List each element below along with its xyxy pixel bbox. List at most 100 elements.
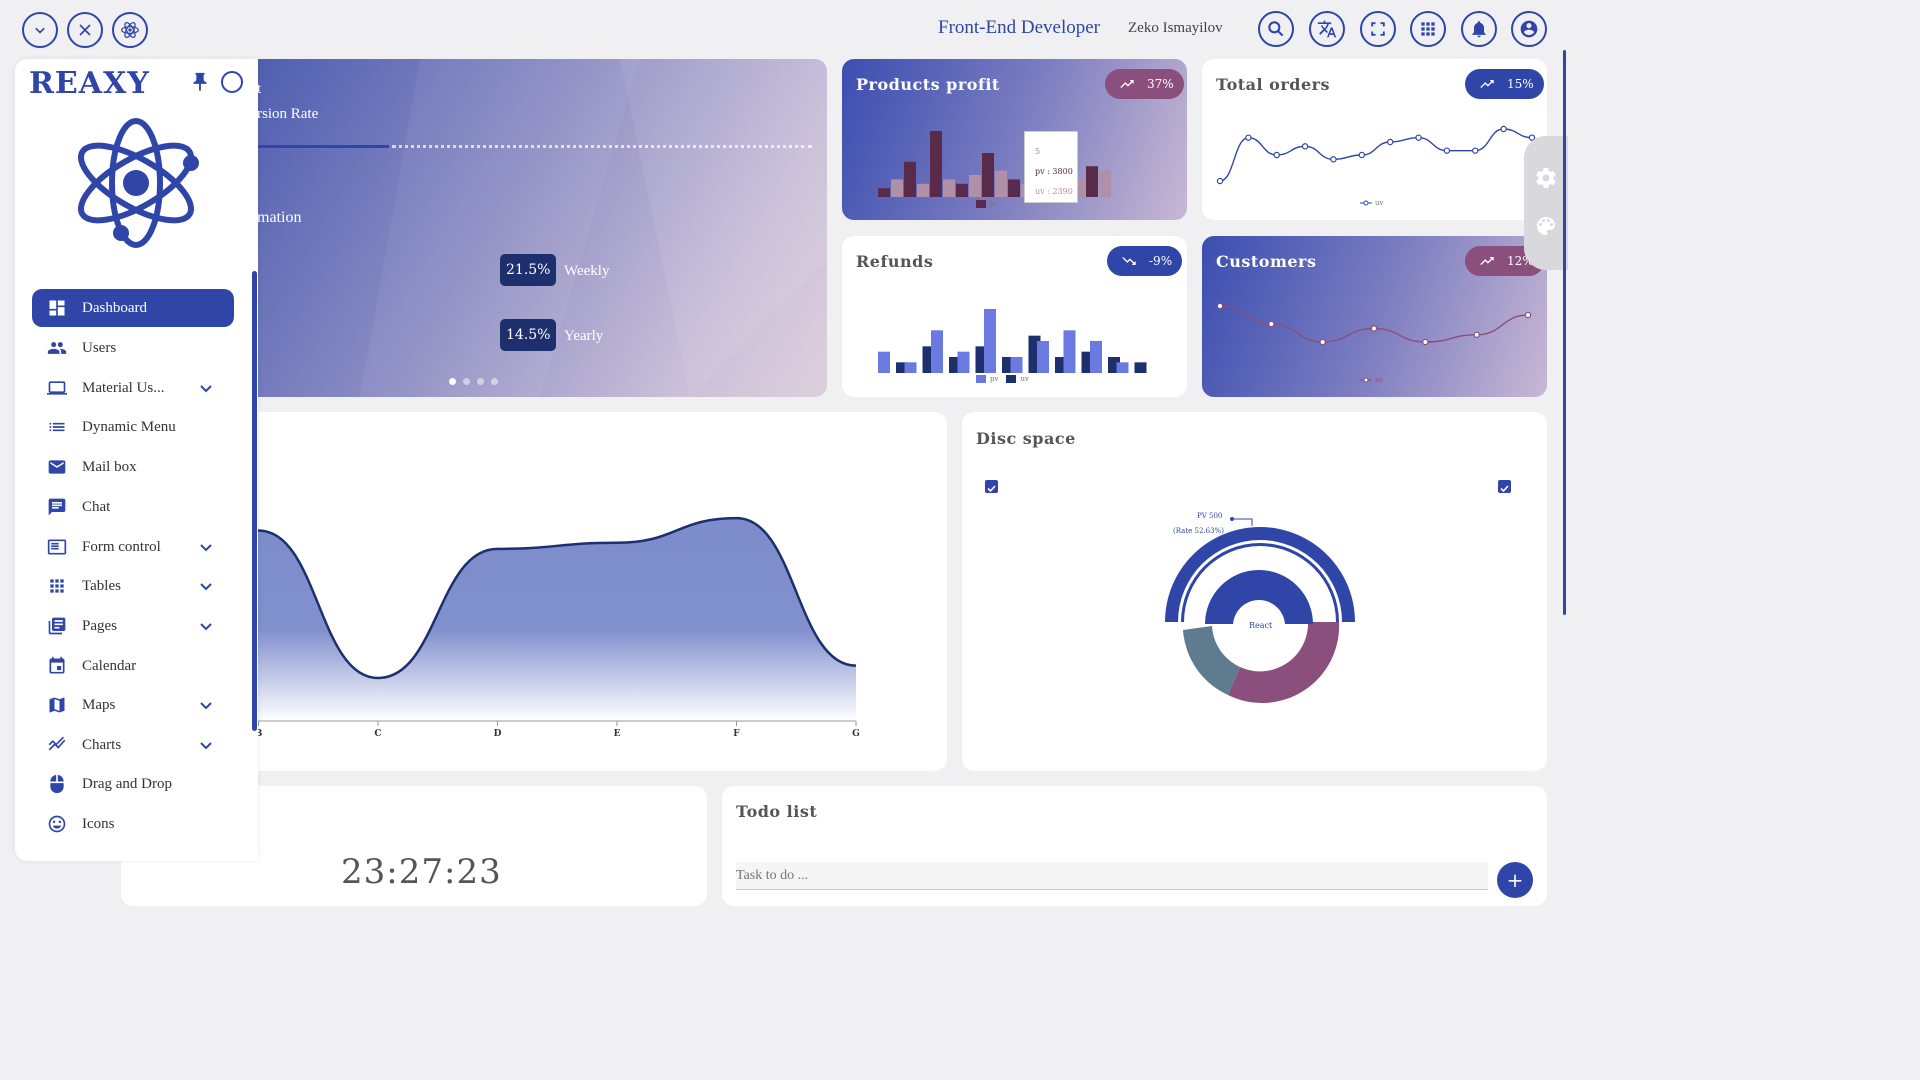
chevron-down-icon [198,578,214,594]
data-point [1216,302,1224,310]
sidebar-item-mail-box[interactable]: Mail box [32,448,234,486]
bar-pv [1010,357,1023,373]
customers-legend: uv [1360,376,1383,384]
sidebar-item-charts[interactable]: Charts [32,726,234,764]
customers-legend-label: uv [1375,376,1384,384]
area-chart: BCDEFG [240,516,860,739]
bar-uv [995,170,1007,197]
header-title: Front-End Developer [938,17,1100,38]
notifications-button[interactable] [1461,11,1497,47]
fullscreen-button[interactable] [1360,11,1396,47]
sidebar-item-maps[interactable]: Maps [32,686,234,724]
account-button[interactable] [1511,11,1547,47]
series-line [1219,128,1533,182]
close-icon [79,24,91,36]
tooltip-pv: pv : 3800 [1035,167,1073,176]
carousel-dot-3[interactable] [477,378,484,385]
sidebar-item-tables[interactable]: Tables [32,567,234,605]
carousel-dot-1[interactable] [449,378,456,385]
smiley-icon [46,813,68,835]
products-profit-chart [878,131,1111,197]
hero-progress-track [392,145,812,148]
react-logo-button[interactable] [112,12,148,48]
page-scrollbar[interactable] [1563,50,1566,615]
bar-pv [1090,341,1102,373]
sidebar-item-drag-and-drop[interactable]: Drag and Drop [32,765,234,803]
sidebar-item-dynamic-menu[interactable]: Dynamic Menu [32,408,234,446]
sidebar-item-pages[interactable]: Pages [32,607,234,645]
x-tick-label: G [852,729,860,739]
legend-line-swatch [1360,200,1372,206]
data-point [1473,331,1480,339]
data-point [1415,134,1422,141]
legend-pv-label: pv [989,200,998,208]
sidebar-item-form-control[interactable]: Form control [32,528,234,566]
data-point [1268,320,1275,328]
customers-chart [1216,302,1532,346]
products-profit-tooltip: 5 pv : 3800 uv : 2390 [1024,131,1078,203]
total-orders-card: Total orders 15% uv [1202,59,1547,220]
chevron-down-icon [35,27,45,34]
sidebar-item-label: Pages [82,617,117,634]
chevron-down-icon [198,380,214,396]
brand-logo-text: REAXY [29,66,150,101]
clock-time: 23:27:23 [341,852,502,892]
sidebar-item-label: Users [82,339,117,356]
refunds-legend: pv uv [976,375,1029,383]
pie-center-label: React [1249,621,1273,630]
tooltip-label: 5 [1035,147,1041,156]
carousel-dot-4[interactable] [491,378,498,385]
close-button[interactable] [67,12,103,48]
account-circle-icon [1520,20,1538,38]
sidebar-item-chat[interactable]: Chat [32,488,234,526]
bell-icon [1472,21,1486,38]
bar-uv [1099,170,1111,197]
chevron-down-icon [198,737,214,753]
data-point [1319,338,1326,346]
search-button[interactable] [1258,11,1294,47]
pages-icon [46,615,68,637]
sidebar-item-label: Maps [82,696,116,713]
sidebar-item-dashboard[interactable]: Dashboard [32,289,234,327]
translate-button[interactable] [1309,11,1345,47]
todo-input[interactable] [736,862,1488,890]
area-fill [240,518,856,721]
palette-icon[interactable] [1534,214,1558,238]
pin-icon[interactable] [189,71,211,93]
data-point [1358,151,1366,159]
mail-icon [46,456,68,478]
gear-icon[interactable] [1534,166,1558,190]
data-point [1472,147,1479,154]
grid-icon [46,575,68,597]
bar-pv [930,131,942,197]
bar-pv [878,188,890,197]
sidebar-item-label: Form control [82,538,161,555]
sidebar-item-icons[interactable]: Icons [32,805,234,843]
todo-add-button[interactable]: + [1497,862,1533,898]
pie-rate-label: (Rate 52.63%) [1173,527,1224,535]
x-tick-label: D [494,729,502,739]
bar-pv [904,161,916,197]
x-tick-label: E [614,729,621,739]
sidebar-item-users[interactable]: Users [32,329,234,367]
apps-button[interactable] [1410,11,1446,47]
theme-toggle-icon[interactable] [221,71,243,93]
bar-uv [1134,362,1147,373]
yearly-label: Yearly [564,328,604,344]
carousel-dot-2[interactable] [463,378,470,385]
legend-line-swatch [1360,377,1372,383]
data-point [1301,143,1309,150]
form-icon [46,536,68,558]
weekly-rate-badge: 21.5% [500,254,557,286]
chat-icon [46,496,68,518]
bar-pv [904,362,917,373]
bar-pv [1086,166,1098,197]
data-point [1443,147,1451,154]
sidebar-item-material-ui[interactable]: Material Us... [32,369,234,407]
sidebar-item-label: Mail box [82,458,137,475]
sidebar-scrollbar[interactable] [252,271,257,731]
legend-pv-swatch [976,200,986,208]
collapse-button[interactable] [22,12,58,48]
sidebar-item-calendar[interactable]: Calendar [32,647,234,685]
disc-space-pie-chart [1165,517,1355,703]
